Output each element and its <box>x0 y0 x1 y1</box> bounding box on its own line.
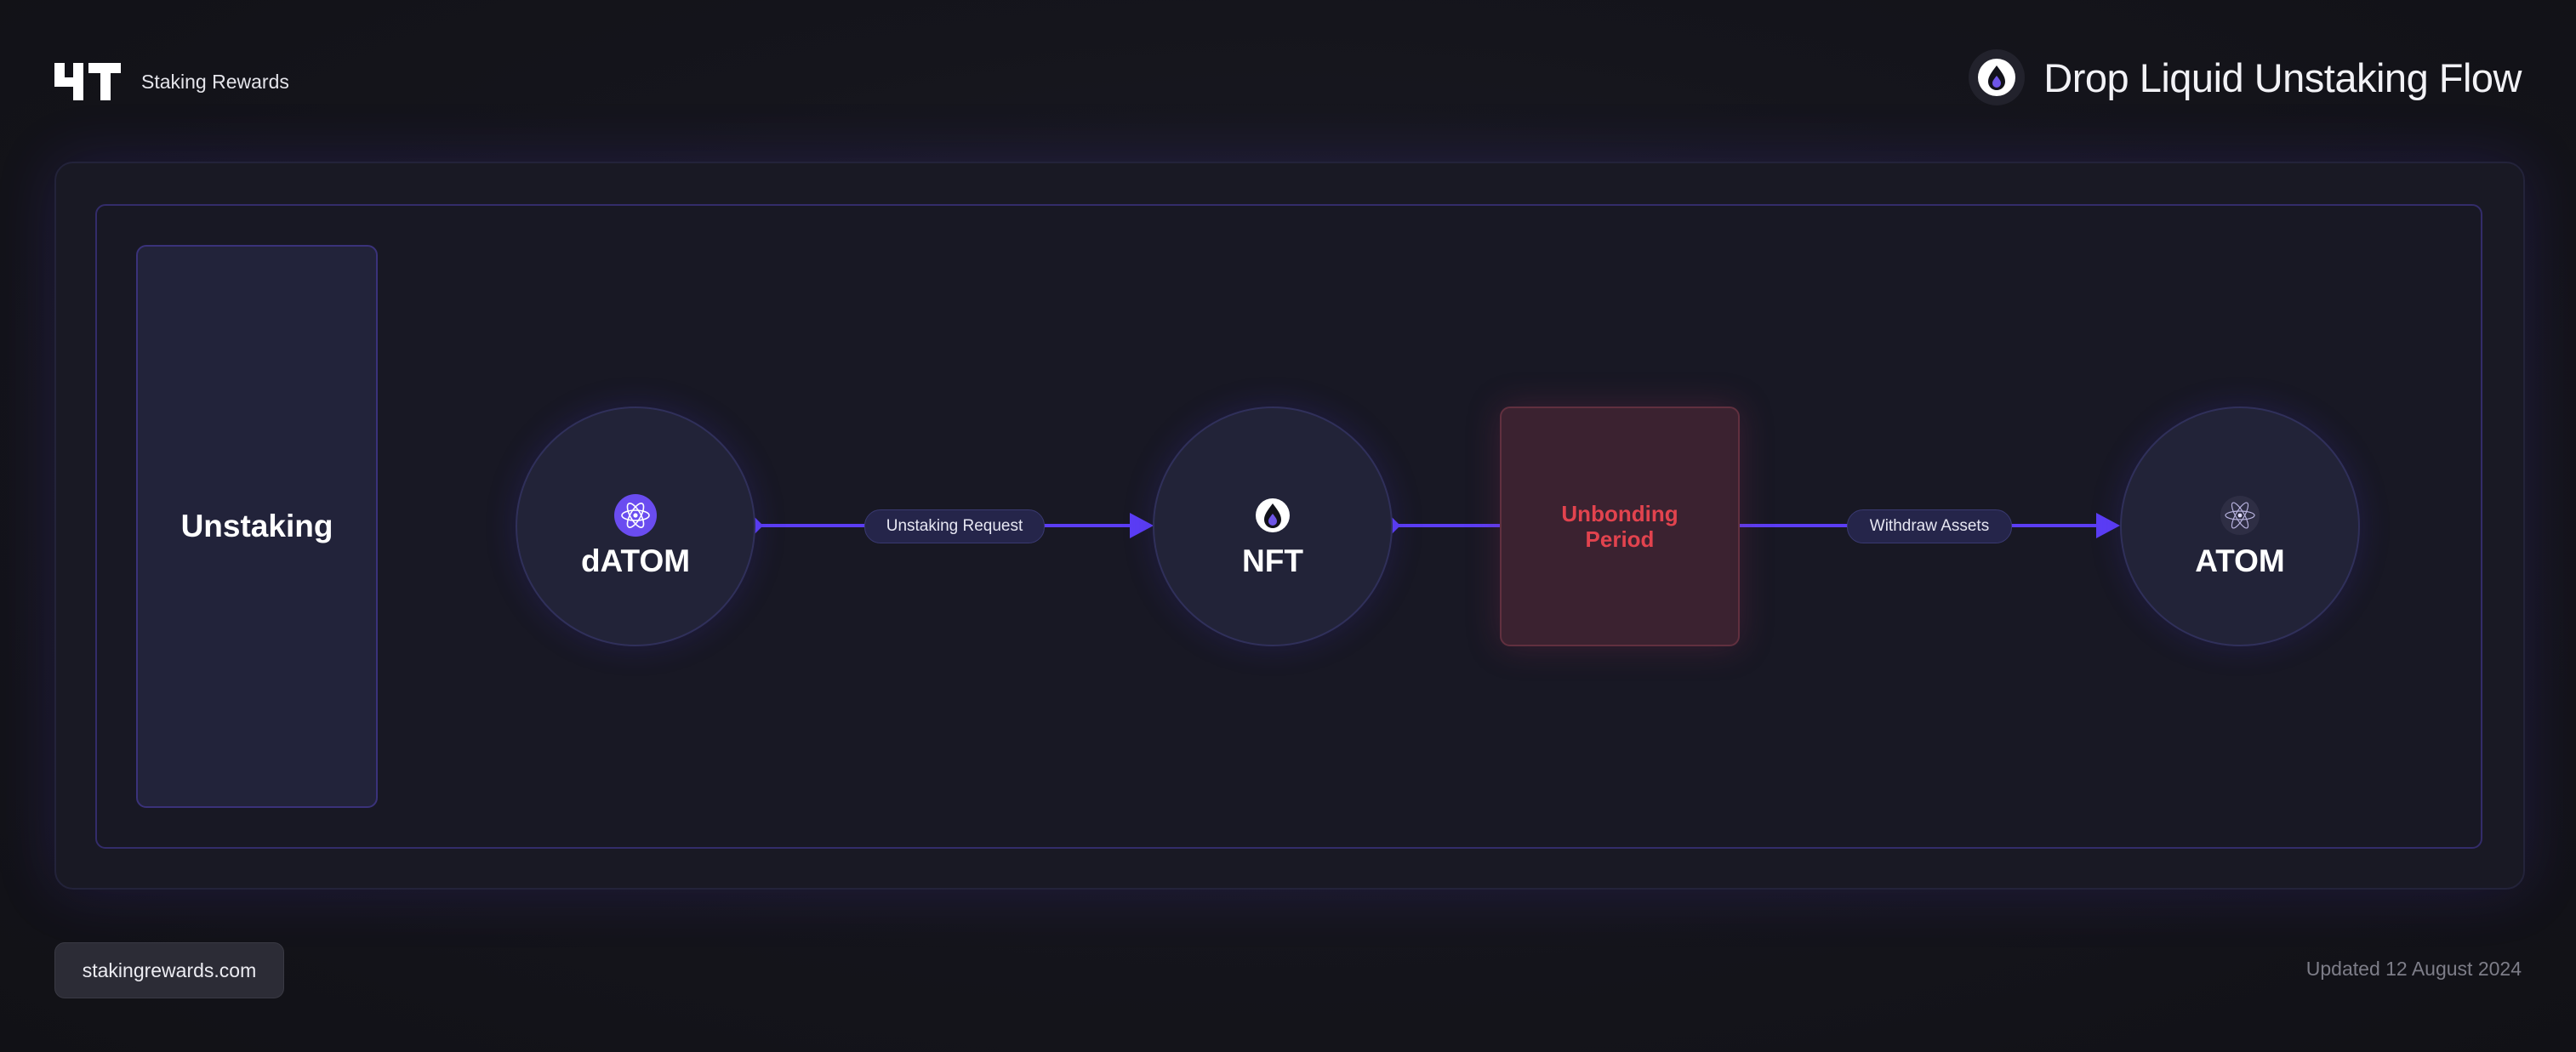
drop-icon <box>1256 498 1290 532</box>
node-label-atom: ATOM <box>2195 543 2285 578</box>
edge-label-unstaking-request: Unstaking Request <box>864 509 1045 543</box>
website-link[interactable]: stakingrewards.com <box>54 942 284 998</box>
unbonding-period-label: Unbonding Period <box>1561 501 1678 552</box>
node-datom: dATOM <box>516 407 755 646</box>
updated-date: Updated 12 August 2024 <box>2305 958 2522 980</box>
connector-nft-unbonding <box>1388 514 1502 537</box>
node-label-nft: NFT <box>1242 543 1303 578</box>
node-atom: ATOM <box>2120 407 2360 646</box>
edge-label-withdraw-assets: Withdraw Assets <box>1847 509 2012 543</box>
unbonding-period-box: Unbonding Period <box>1500 407 1740 646</box>
cosmos-icon <box>2220 496 2260 535</box>
atom-icon <box>614 494 657 537</box>
node-nft: NFT <box>1153 407 1393 646</box>
node-label-datom: dATOM <box>580 543 691 578</box>
